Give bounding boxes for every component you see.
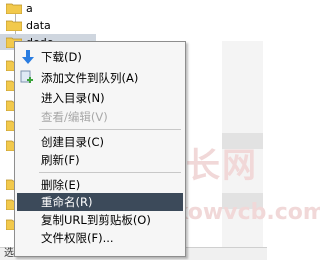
- menu-item-copy-url[interactable]: 复制URL到剪贴板(O): [17, 211, 183, 229]
- tree-item-label: data: [26, 18, 51, 32]
- folder-icon: [6, 19, 22, 31]
- menu-item-create-directory[interactable]: 创建目录(C): [17, 133, 183, 151]
- download-arrow-icon: [20, 49, 36, 65]
- context-menu: 下载(D) 添加文件到队列(A) 进入目录(N) 查看/编辑(V) 创建目录(C…: [14, 41, 186, 257]
- menu-item-view-edit[interactable]: 查看/编辑(V): [17, 108, 183, 126]
- menu-item-refresh[interactable]: 刷新(F): [17, 151, 183, 169]
- menu-separator: [39, 129, 181, 130]
- list-row-highlight: [222, 193, 263, 209]
- menu-item-enter-directory[interactable]: 进入目录(N): [17, 89, 183, 107]
- tree-item-label: a: [26, 1, 33, 15]
- add-queue-icon: [20, 70, 36, 86]
- menu-item-label: 添加文件到队列(A): [41, 71, 139, 85]
- menu-item-download[interactable]: 下载(D): [17, 48, 183, 66]
- menu-item-label: 查看/编辑(V): [41, 110, 108, 124]
- menu-item-rename[interactable]: 重命名(R): [17, 193, 183, 211]
- menu-item-label: 下载(D): [41, 50, 82, 64]
- list-row-highlight: [222, 133, 263, 149]
- menu-item-label: 刷新(F): [41, 153, 80, 167]
- menu-item-label: 创建目录(C): [41, 135, 105, 149]
- menu-item-label: 文件权限(F)...: [41, 231, 114, 245]
- tree-item-a[interactable]: a: [0, 0, 33, 16]
- menu-item-label: 进入目录(N): [41, 91, 105, 105]
- folder-icon: [6, 2, 22, 14]
- file-list-pane[interactable]: [222, 41, 263, 259]
- menu-item-delete[interactable]: 删除(E): [17, 176, 183, 194]
- menu-item-file-permissions[interactable]: 文件权限(F)...: [17, 229, 183, 247]
- menu-item-label: 复制URL到剪贴板(O): [41, 213, 151, 227]
- menu-separator: [39, 172, 181, 173]
- menu-item-add-to-queue[interactable]: 添加文件到队列(A): [17, 69, 183, 87]
- menu-item-label: 重命名(R): [41, 195, 93, 209]
- menu-item-label: 删除(E): [41, 178, 81, 192]
- tree-item-data[interactable]: data: [0, 17, 51, 33]
